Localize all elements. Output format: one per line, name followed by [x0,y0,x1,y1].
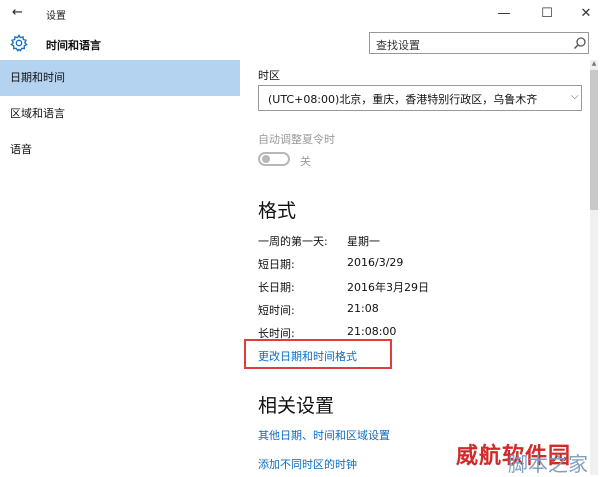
search-placeholder: 查找设置 [376,39,420,52]
minimize-button[interactable]: — [494,7,514,21]
back-arrow-icon[interactable]: ← [12,6,23,20]
dst-toggle-state: 关 [300,155,311,168]
short-date-key: 短日期: [258,258,295,271]
first-day-key: 一周的第一天: [258,235,328,248]
close-button[interactable]: ✕ [576,7,596,21]
scrollbar-thumb[interactable] [590,70,598,210]
gear-icon [10,34,28,52]
long-time-value: 21:08:00 [347,325,397,338]
timezone-label: 时区 [258,69,280,82]
sidebar-item-region-language[interactable]: 区域和语言 [0,96,240,132]
page-title: 时间和语言 [46,39,101,52]
dst-label: 自动调整夏令时 [258,133,335,146]
sidebar-item-speech[interactable]: 语音 [0,132,240,168]
short-date-value: 2016/3/29 [347,256,404,269]
window-title: 设置 [46,11,66,22]
first-day-value: 星期一 [347,235,380,248]
search-icon[interactable] [573,36,587,50]
timezone-value: (UTC+08:00)北京，重庆，香港特别行政区，乌鲁木齐 [268,93,538,106]
short-time-key: 短时间: [258,304,295,317]
chevron-down-icon: ⌵ [571,91,579,102]
format-heading: 格式 [258,200,297,222]
long-date-value: 2016年3月29日 [347,281,429,294]
change-format-link[interactable]: 更改日期和时间格式 [258,348,357,364]
sidebar-item-date-time[interactable]: 日期和时间 [0,60,240,96]
scroll-up-icon[interactable]: ▲ [590,60,598,68]
related-heading: 相关设置 [258,395,335,417]
add-clocks-link[interactable]: 添加不同时区的时钟 [258,456,357,472]
long-date-key: 长日期: [258,281,295,294]
maximize-button[interactable]: ☐ [537,7,557,21]
short-time-value: 21:08 [347,302,379,315]
other-settings-link[interactable]: 其他日期、时间和区域设置 [258,427,390,443]
watermark-site: 脚本之家 [508,452,588,476]
toggle-knob [262,155,270,163]
